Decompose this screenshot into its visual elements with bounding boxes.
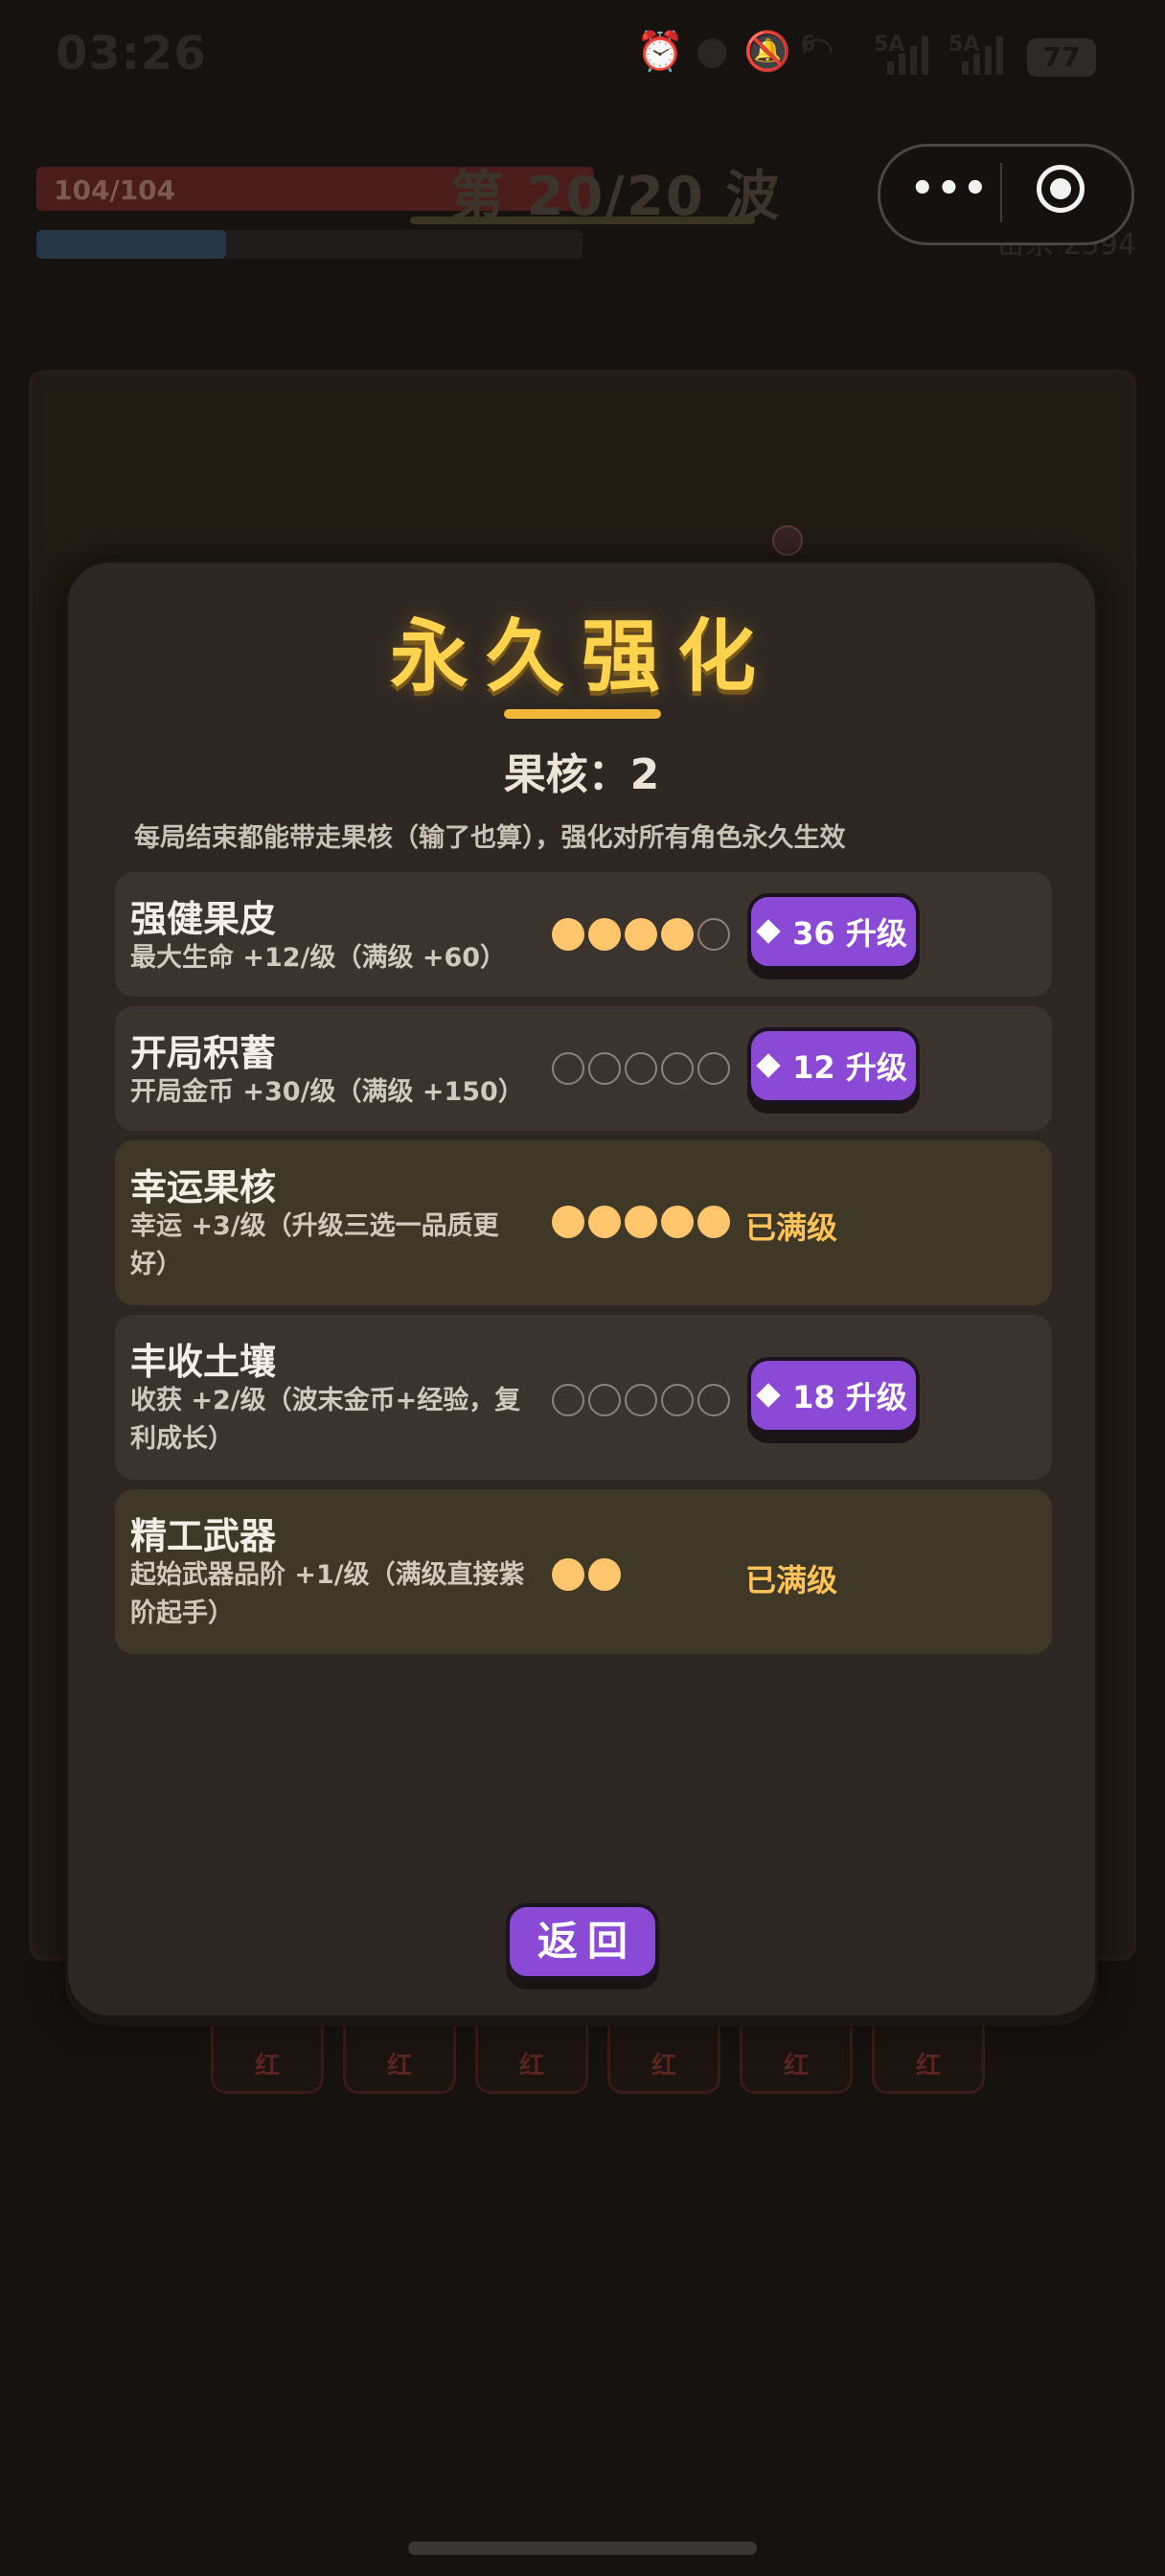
- weapon-slot: 红: [211, 2012, 324, 2094]
- upgrade-button-label: 36 升级: [792, 915, 907, 952]
- net-label: 6: [801, 33, 816, 57]
- weapon-slot: 红: [343, 2012, 456, 2094]
- capsule-divider: [1000, 163, 1002, 222]
- modal-title: 永久强化: [389, 611, 773, 702]
- weapon-grade: 红: [518, 2052, 544, 2081]
- upgrade-description: 起始武器品阶 +1/级（满级直接紫阶起手）: [130, 1560, 525, 1628]
- level-pip-filled: [625, 1206, 657, 1238]
- status-clock: 03:26: [56, 27, 207, 80]
- weapon-slot: 红: [475, 2012, 588, 2094]
- upgrade-card: 幸运果核 幸运 +3/级（升级三选一品质更好） 已满级: [115, 1140, 1052, 1305]
- wave-progress: [410, 217, 755, 224]
- upgrade-button-label: 12 升级: [792, 1049, 907, 1086]
- gem-icon: [756, 1383, 781, 1408]
- upgrade-name: 强健果皮: [130, 898, 277, 940]
- mute-icon: 🔕: [743, 30, 791, 74]
- upgrade-name: 精工武器: [130, 1515, 277, 1557]
- upgrade-description: 幸运 +3/级（升级三选一品质更好）: [130, 1211, 499, 1279]
- max-level-label: 已满级: [745, 1562, 838, 1598]
- upgrade-name: 幸运果核: [130, 1166, 277, 1208]
- upgrade-button[interactable]: 18 升级: [747, 1357, 920, 1434]
- level-pip-empty: [697, 1384, 730, 1416]
- level-pip-filled: [588, 1206, 621, 1238]
- level-pip-filled: [625, 918, 657, 951]
- home-indicator[interactable]: [408, 2542, 757, 2555]
- modal-description: 每局结束都能带走果核（输了也算），强化对所有角色永久生效: [134, 823, 846, 853]
- more-menu-icon[interactable]: •••: [910, 167, 990, 211]
- upgrade-description: 开局金币 +30/级（满级 +150）: [130, 1077, 524, 1107]
- level-pip-filled: [552, 1558, 584, 1591]
- weapon-grade: 红: [783, 2052, 809, 2081]
- max-level-label: 已满级: [745, 1209, 838, 1246]
- upgrade-description: 最大生命 +12/级（满级 +60）: [130, 943, 507, 973]
- upgrade-card: 强健果皮 最大生命 +12/级（满级 +60） 36 升级: [115, 872, 1052, 997]
- level-pips: [552, 1206, 730, 1238]
- level-pip-filled: [661, 918, 694, 951]
- heal-pickup-icon: [772, 525, 803, 556]
- upgrade-card: 精工武器 起始武器品阶 +1/级（满级直接紫阶起手） 已满级: [115, 1489, 1052, 1654]
- location-icon: ●: [696, 29, 729, 73]
- xp-bar-fill: [36, 230, 226, 259]
- level-pip-empty: [661, 1052, 694, 1085]
- level-pip-filled: [697, 1206, 730, 1238]
- level-pip-empty: [588, 1052, 621, 1085]
- upgrade-button-label: 18 升级: [792, 1379, 907, 1415]
- level-pip-empty: [552, 1384, 584, 1416]
- level-pip-empty: [625, 1052, 657, 1085]
- alarm-icon: ⏰: [636, 30, 684, 74]
- upgrade-card: 丰收土壤 收获 +2/级（波末金币+经验，复利成长） 18 升级: [115, 1315, 1052, 1480]
- upgrade-description: 收获 +2/级（波末金币+经验，复利成长）: [130, 1386, 521, 1454]
- level-pip-filled: [552, 1206, 584, 1238]
- core-count: 果核：2: [503, 750, 660, 799]
- signal-icon: [887, 33, 928, 75]
- weapon-slots: 红 红 红 红 红 红: [211, 2012, 985, 2094]
- weapon-grade: 红: [254, 2052, 280, 2081]
- level-pips: [552, 918, 730, 951]
- level-pip-filled: [588, 918, 621, 951]
- back-button[interactable]: 返回: [506, 1903, 659, 1980]
- weapon-grade: 红: [651, 2052, 676, 2081]
- battery-indicator: 77: [1027, 38, 1096, 77]
- arena-floor: [44, 391, 1121, 554]
- close-miniprogram-icon-dot: [1050, 178, 1071, 199]
- weapon-slot: 红: [607, 2012, 720, 2094]
- level-pip-filled: [588, 1558, 621, 1591]
- upgrade-name: 丰收土壤: [130, 1341, 277, 1383]
- gem-icon: [756, 1053, 781, 1078]
- level-pip-filled: [552, 918, 584, 951]
- weapon-grade: 红: [915, 2052, 941, 2081]
- level-pip-empty: [625, 1384, 657, 1416]
- title-underline: [504, 709, 661, 719]
- level-pips: [552, 1384, 730, 1416]
- upgrade-button[interactable]: 36 升级: [747, 893, 920, 970]
- gem-icon: [756, 919, 781, 944]
- weapon-grade: 红: [386, 2052, 412, 2081]
- level-pip-empty: [697, 1052, 730, 1085]
- signal-icon: [962, 33, 1003, 75]
- level-pip-empty: [588, 1384, 621, 1416]
- upgrade-card: 开局积蓄 开局金币 +30/级（满级 +150） 12 升级: [115, 1006, 1052, 1131]
- hp-text: 104/104: [54, 174, 176, 206]
- level-pips: [552, 1052, 730, 1085]
- level-pip-empty: [661, 1384, 694, 1416]
- level-pip-filled: [661, 1206, 694, 1238]
- upgrade-button[interactable]: 12 升级: [747, 1027, 920, 1104]
- level-pips: [552, 1558, 621, 1591]
- upgrade-name: 开局积蓄: [130, 1032, 277, 1074]
- level-pip-empty: [697, 918, 730, 951]
- level-pip-empty: [552, 1052, 584, 1085]
- weapon-slot: 红: [872, 2012, 985, 2094]
- weapon-slot: 红: [740, 2012, 853, 2094]
